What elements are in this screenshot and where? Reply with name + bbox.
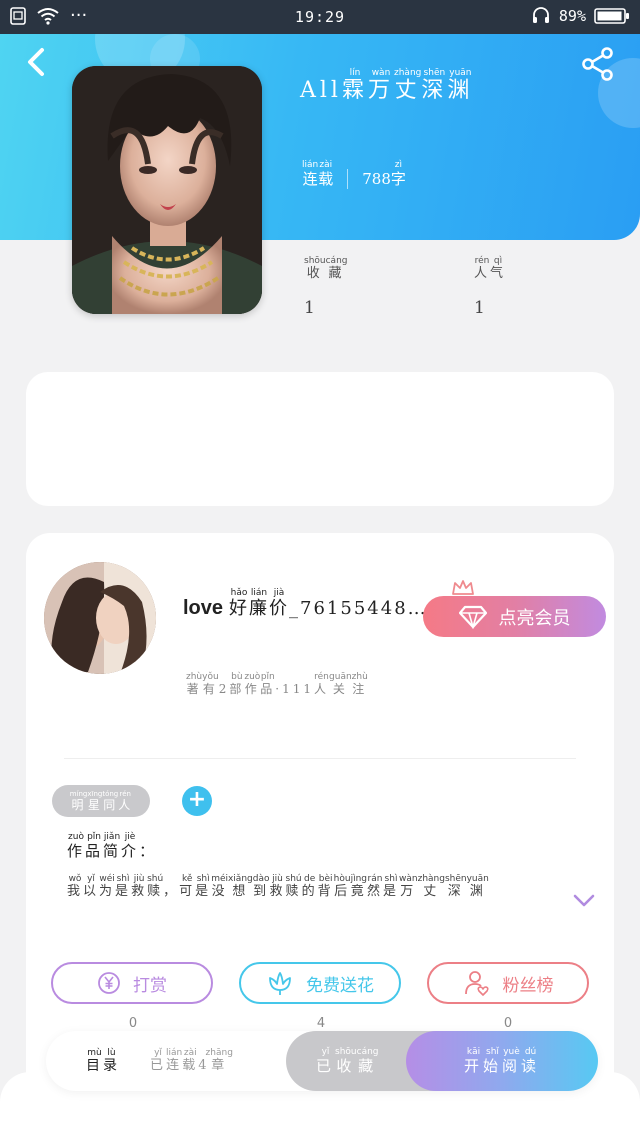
avatar[interactable] bbox=[44, 562, 156, 674]
fans-ranking-button[interactable]: 粉丝榜 bbox=[427, 962, 589, 1004]
status-bar: ··· 19:29 89% bbox=[0, 0, 640, 34]
crown-icon bbox=[452, 580, 474, 595]
author-name-latin: love bbox=[183, 597, 224, 619]
fans-count: 0 bbox=[503, 1016, 513, 1031]
battery-percent: 89% bbox=[558, 7, 586, 25]
title-char: 丈zhàng bbox=[394, 68, 422, 103]
category-tag[interactable]: 明míng 星xīng 同tóng 人rén bbox=[52, 785, 150, 817]
status-divider bbox=[347, 169, 349, 189]
fans-ranking-label: 粉丝榜 bbox=[502, 975, 554, 996]
book-title-latin: All bbox=[300, 78, 342, 103]
flower-count: 4 bbox=[316, 1016, 326, 1031]
user-heart-icon bbox=[464, 971, 489, 996]
reward-button[interactable]: 打赏 bbox=[51, 962, 213, 1004]
favorites-value: 1 bbox=[304, 298, 315, 318]
author-name-cn: 好hǎo廉lián价jià_76155448… bbox=[229, 588, 428, 619]
title-char: 万wàn bbox=[367, 68, 394, 103]
start-reading-button[interactable]: 开kāi 始shǐ 阅yuè 读dú bbox=[406, 1031, 598, 1091]
serial-status: 连lián载zài bbox=[302, 160, 334, 188]
free-flower-button[interactable]: 免费送花 bbox=[239, 962, 401, 1004]
author-name[interactable]: love 好hǎo廉lián价jià_76155448… bbox=[183, 588, 428, 620]
vip-button[interactable]: 点亮会员 bbox=[423, 596, 606, 637]
title-char: 渊yuān bbox=[447, 68, 474, 103]
favorites-label: 收shōu藏cáng bbox=[304, 256, 348, 281]
book-status-row: 连lián载zài 788字zì bbox=[302, 160, 406, 189]
battery-icon bbox=[594, 8, 629, 24]
title-char: 深shēn bbox=[421, 68, 448, 103]
card-divider bbox=[64, 758, 576, 759]
vip-button-label: 点亮会员 bbox=[498, 607, 571, 629]
toc-button[interactable]: 目mù录lù bbox=[86, 1048, 120, 1075]
book-cover[interactable] bbox=[72, 66, 262, 314]
empty-card bbox=[26, 372, 614, 506]
flower-icon bbox=[269, 972, 291, 995]
headset-icon bbox=[532, 7, 549, 23]
back-icon[interactable] bbox=[20, 44, 52, 80]
popularity-value: 1 bbox=[474, 298, 485, 318]
popularity-label: 人rén气qì bbox=[474, 256, 507, 281]
reward-count: 0 bbox=[128, 1016, 138, 1031]
intro-title: 作zuò品pǐn简jiǎn介jiè： bbox=[67, 832, 158, 860]
yen-icon bbox=[98, 972, 120, 994]
author-name-suffix: _76155448… bbox=[289, 598, 428, 619]
cover-illustration bbox=[72, 66, 262, 314]
diamond-icon bbox=[458, 605, 487, 629]
avatar-illustration bbox=[44, 562, 156, 674]
status-right-icons: 89% bbox=[531, 6, 630, 26]
chapter-status: 已yǐ连lián载zài4章zhāng bbox=[150, 1048, 233, 1073]
chevron-down-icon[interactable] bbox=[572, 893, 596, 909]
author-meta: 著zhù有yǒu2部bù作zuò品pǐn·111人rén关guān注zhù bbox=[186, 672, 368, 696]
book-title: All霖lín万wàn丈zhàng深shēn渊yuān bbox=[300, 68, 473, 104]
add-tag-button[interactable]: + bbox=[182, 786, 212, 816]
free-flower-label: 免费送花 bbox=[306, 975, 374, 996]
share-icon[interactable] bbox=[580, 46, 616, 82]
intro-text: 我wǒ以yǐ为wéi是shì救jiù赎shú，可kě是shì没méi想xiǎng… bbox=[67, 874, 489, 899]
title-char: 霖lín bbox=[341, 68, 368, 103]
reward-label: 打赏 bbox=[133, 975, 167, 996]
word-count: 788字zì bbox=[362, 160, 406, 188]
